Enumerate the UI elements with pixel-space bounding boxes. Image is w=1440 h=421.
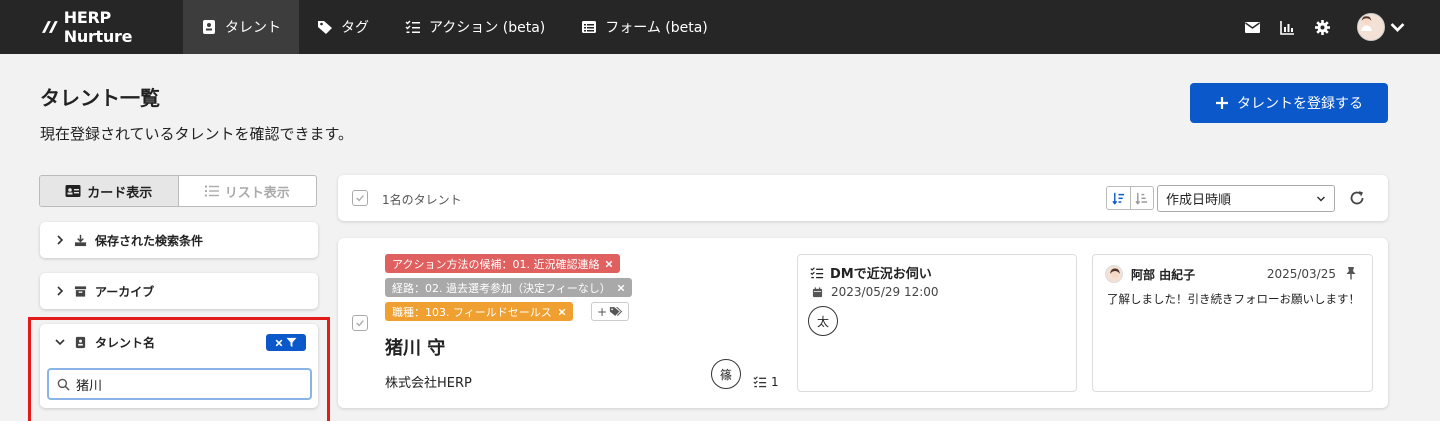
form-icon [582,21,597,33]
memo-author-avatar [1105,265,1123,283]
nav-action-label: アクション (beta) [429,20,546,36]
plus-icon [1216,97,1228,109]
talent-count: 1名のタレント [382,193,462,207]
brand-logo[interactable]: HERP Nurture [0,8,183,46]
card-view-label: カード表示 [87,185,153,201]
close-icon[interactable] [605,260,613,268]
list-view-button[interactable]: リスト表示 [179,176,317,206]
archive-panel[interactable]: アーカイブ [40,273,318,309]
sort-select[interactable]: 作成日時順 [1157,185,1335,212]
action-card[interactable]: DMで近況お伺い 2023/05/29 12:00 太 [797,254,1077,392]
memo-author: 阿部 由紀子 [1105,265,1195,283]
chevron-down-icon [1316,195,1326,202]
calendar-icon [812,286,823,297]
nav-talent[interactable]: タレント [183,0,299,54]
tag-icon [318,21,332,34]
select-all-checkbox[interactable] [352,190,368,206]
archive-icon [74,285,87,297]
chevron-right-icon [57,286,64,296]
nav-action[interactable]: アクション (beta) [387,0,563,54]
register-talent-button[interactable]: タレントを登録する [1190,83,1388,123]
nav-tag[interactable]: タグ [299,0,387,54]
nav-tag-label: タグ [341,20,369,36]
talent-select-checkbox[interactable] [352,315,368,331]
sort-order-toggle [1106,186,1154,210]
tag-chip[interactable]: 経路：02. 過去選考参加（決定フィーなし） [385,278,632,297]
sort-select-value: 作成日時順 [1166,193,1232,208]
action-datetime: 2023/05/29 12:00 [812,285,939,299]
chart-icon[interactable] [1279,19,1296,36]
talent-company: 株式会社HERP [385,376,472,391]
close-icon[interactable] [558,308,566,316]
close-icon[interactable] [617,284,625,292]
chevron-down-icon [1390,22,1405,32]
tags-icon [609,307,623,316]
add-tag-button[interactable]: + [591,302,629,321]
list-header: 1名のタレント 作成日時順 [338,175,1388,221]
owner-avatar: 篠 [711,359,741,389]
talent-name[interactable]: 猪川 守 [385,334,445,360]
highlight-box [28,317,330,421]
archive-label: アーカイブ [95,284,155,299]
page-description: 現在登録されているタレントを確認できます。 [40,125,354,143]
list-icon [204,185,219,197]
checklist-icon [405,20,420,33]
view-toggle: カード表示 リスト表示 [39,175,317,207]
pin-icon[interactable] [1344,266,1358,280]
sort-asc-icon [1135,192,1148,205]
add-tag-label: + [596,304,608,319]
talent-card[interactable]: アクション方法の候補：01. 近況確認連絡 経路：02. 過去選考参加（決定フィ… [338,238,1388,408]
tag-label: アクション方法の候補：01. 近況確認連絡 [392,257,600,271]
action-title-text: DMで近況お伺い [830,267,932,282]
download-icon [74,234,87,246]
checklist-icon [810,266,824,278]
memo-body: 了解しました！引き続きフォローお願いします！ [1107,292,1360,306]
brand-name: HERP Nurture [63,8,133,46]
tag-label: 職種：103. フィールドセールス [392,305,552,319]
action-count: 1 [753,375,779,389]
action-assignee-avatar: 太 [808,306,838,336]
chevron-right-icon [57,235,64,245]
memo-date: 2025/03/25 [1266,267,1336,281]
memo-author-name: 阿部 由紀子 [1131,267,1196,282]
check-icon [356,320,364,327]
avatar [1357,13,1385,41]
tag-chip[interactable]: 職種：103. フィールドセールス [385,302,573,321]
herp-logo-icon [41,21,58,33]
saved-search-label: 保存された検索条件 [95,233,204,248]
check-icon [356,195,364,202]
sort-asc-button[interactable] [1131,187,1154,209]
refresh-icon[interactable] [1348,189,1366,207]
action-title: DMで近況お伺い [810,263,932,282]
nav-talent-label: タレント [225,20,281,36]
user-menu[interactable] [1357,13,1406,41]
page-title: タレント一覧 [40,86,160,110]
checklist-icon [753,376,767,388]
action-count-value: 1 [771,375,779,389]
mail-icon[interactable] [1244,19,1261,36]
action-datetime-text: 2023/05/29 12:00 [831,285,939,299]
badge-icon [203,20,215,34]
register-talent-label: タレントを登録する [1237,96,1363,112]
sort-desc-button[interactable] [1107,187,1131,209]
gear-icon[interactable] [1314,19,1331,36]
tag-label: 経路：02. 過去選考参加（決定フィーなし） [392,281,611,295]
memo-card[interactable]: 阿部 由紀子 2025/03/25 了解しました！引き続きフォローお願いします！ [1092,254,1373,392]
saved-search-panel[interactable]: 保存された検索条件 [40,222,318,258]
list-view-label: リスト表示 [224,185,290,201]
nav-form[interactable]: フォーム (beta) [563,0,726,54]
nav-right-tools [1244,0,1406,54]
id-card-icon [65,185,81,197]
top-navigation: HERP Nurture タレント タグ アクション (beta) フォーム (… [0,0,1440,54]
nav-form-label: フォーム (beta) [605,20,708,36]
sort-desc-icon [1112,192,1124,205]
card-view-button[interactable]: カード表示 [40,176,179,206]
tag-chip[interactable]: アクション方法の候補：01. 近況確認連絡 [385,254,621,273]
